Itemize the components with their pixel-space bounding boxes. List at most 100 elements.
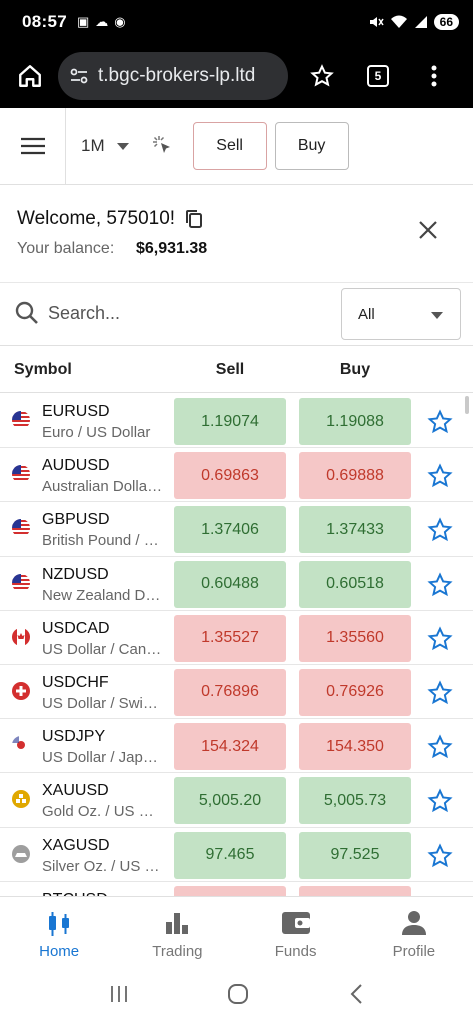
table-row[interactable]: EURUSD Euro / US Dollar 1.19074 1.19088: [0, 394, 473, 449]
instrument-description: Gold Oz. / US Dollar: [42, 803, 164, 821]
close-icon[interactable]: [414, 216, 442, 244]
chevron-down-icon: [431, 312, 443, 319]
sell-price-button[interactable]: 0.69863: [174, 452, 286, 500]
column-header-symbol: Symbol: [14, 361, 72, 378]
buy-price-button[interactable]: 0.60518: [299, 560, 411, 608]
welcome-text: Welcome, 575010!: [17, 208, 176, 229]
instrument-description: Australian Dollar / US Dollar: [42, 478, 164, 496]
tab-count: 5: [367, 65, 389, 87]
instrument-description: US Dollar / Canadian Dollar: [42, 640, 164, 658]
table-row[interactable]: AUDUSD Australian Dollar / US Dollar 0.698…: [0, 448, 473, 503]
back-icon[interactable]: [348, 983, 364, 1005]
buy-price-button[interactable]: 154.350: [299, 723, 411, 771]
favorite-star-icon[interactable]: [427, 571, 453, 598]
nav-trading[interactable]: Trading: [118, 897, 236, 964]
status-system-icons: 66: [368, 14, 459, 30]
favorite-star-icon[interactable]: [427, 517, 453, 543]
sell-price-button[interactable]: 1.19074: [174, 398, 286, 445]
buy-price-button[interactable]: 1.19088: [299, 398, 411, 445]
gold-flag-icon: [12, 790, 30, 809]
buy-price-button[interactable]: 1.35560: [299, 614, 411, 662]
instrument-symbol: USDCAD: [42, 619, 110, 637]
battery-indicator: 66: [433, 14, 459, 30]
menu-icon[interactable]: [0, 107, 66, 185]
search-row: All: [0, 284, 473, 346]
timeframe-select[interactable]: 1M: [81, 136, 129, 156]
system-navigation-bar: [0, 964, 473, 1024]
ca-flag-icon: [12, 627, 30, 646]
instrument-symbol: USDCHF: [42, 673, 109, 691]
buy-price-button[interactable]: 0.69888: [299, 452, 411, 500]
bar-chart-icon: [164, 909, 190, 937]
cursor-click-icon[interactable]: [151, 134, 175, 158]
sell-price-button[interactable]: 97.465: [174, 831, 286, 879]
favorite-star-icon[interactable]: [427, 842, 453, 869]
nav-trading-label: Trading: [152, 943, 203, 960]
instrument-symbol: EURUSD: [42, 403, 110, 420]
sell-price-button[interactable]: 154.324: [174, 723, 286, 771]
filter-value: All: [358, 305, 375, 323]
welcome-panel: Welcome, 575010! Your balance: $6,931.38: [0, 186, 473, 283]
buy-button[interactable]: Buy: [274, 122, 349, 170]
category-filter-select[interactable]: All: [341, 288, 461, 340]
table-row[interactable]: GBPUSD British Pound / US Dollar 1.37406 1.…: [0, 502, 473, 557]
table-row[interactable]: USDCAD US Dollar / Canadian Dollar 1.35527…: [0, 611, 473, 665]
nav-profile[interactable]: Profile: [355, 897, 473, 964]
us-flag-icon: [12, 519, 30, 538]
home-button-icon[interactable]: [227, 983, 249, 1005]
status-bar: 08:57 ▣ ☁ ◉ 66: [0, 0, 473, 44]
url-text: ​t.bgc-brokers-lp.ltd: [98, 65, 256, 86]
bookmark-star-icon[interactable]: [304, 58, 340, 94]
instrument-symbol: GBPUSD: [42, 511, 110, 529]
sell-price-button[interactable]: [174, 885, 286, 896]
table-row[interactable]: BTCUSD: [0, 882, 473, 896]
instrument-description: US Dollar / Japanese Yen: [42, 749, 164, 767]
favorite-star-icon[interactable]: [427, 734, 453, 760]
instrument-symbol: XAGUSD: [42, 836, 110, 854]
browser-toolbar: ​t.bgc-brokers-lp.ltd 5: [0, 44, 473, 108]
scrollbar[interactable]: [465, 396, 469, 414]
favorite-star-icon[interactable]: [427, 463, 453, 489]
buy-price-button[interactable]: [299, 885, 411, 896]
favorite-star-icon[interactable]: [427, 680, 453, 706]
tab-switcher-button[interactable]: 5: [360, 58, 396, 94]
instrument-description: Euro / US Dollar: [42, 424, 151, 441]
table-row[interactable]: NZDUSD New Zealand Dollar / US Dollar 0.60…: [0, 557, 473, 611]
favorite-star-icon[interactable]: [427, 409, 453, 435]
favorite-star-icon[interactable]: [427, 788, 453, 814]
buy-price-button[interactable]: 5,005.73: [299, 777, 411, 825]
buy-price-button[interactable]: 0.76926: [299, 668, 411, 716]
sell-price-button[interactable]: 1.37406: [174, 506, 286, 554]
home-icon[interactable]: [12, 58, 48, 94]
status-time: 08:57: [22, 12, 67, 31]
table-row[interactable]: XAUUSD Gold Oz. / US Dollar 5,005.20 5,005.…: [0, 773, 473, 828]
cloud-icon: ☁: [95, 14, 109, 29]
table-row[interactable]: XAGUSD Silver Oz. / US Dollar 97.465 97.525: [0, 828, 473, 882]
sell-price-button[interactable]: 5,005.20: [174, 777, 286, 825]
table-row[interactable]: USDJPY US Dollar / Japanese Yen 154.324 154…: [0, 719, 473, 774]
table-row[interactable]: USDCHF US Dollar / Swiss Franc 0.76896 0.76…: [0, 665, 473, 720]
nav-funds[interactable]: Funds: [237, 897, 355, 964]
buy-price-button[interactable]: 1.37433: [299, 506, 411, 554]
balance-value: $6,931.38: [136, 240, 208, 257]
sell-price-button[interactable]: 1.35527: [174, 614, 286, 662]
more-menu-icon[interactable]: [416, 58, 452, 94]
app-toolbar: 1M Sell Buy: [0, 107, 473, 185]
nav-home[interactable]: Home: [0, 897, 118, 964]
copy-icon[interactable]: [185, 209, 203, 229]
nav-funds-label: Funds: [274, 943, 317, 960]
buy-price-button[interactable]: 97.525: [299, 831, 411, 879]
site-settings-icon[interactable]: [68, 65, 90, 87]
ch-flag-icon: [12, 681, 30, 700]
instrument-description: New Zealand Dollar / US Dollar: [42, 586, 164, 604]
address-bar[interactable]: ​t.bgc-brokers-lp.ltd: [58, 52, 288, 100]
search-input[interactable]: [48, 298, 318, 328]
instrument-symbol: XAUUSD: [42, 782, 109, 800]
recent-apps-icon[interactable]: [109, 984, 129, 1004]
sell-price-button[interactable]: 0.76896: [174, 668, 286, 716]
sell-price-button[interactable]: 0.60488: [174, 560, 286, 608]
favorite-star-icon[interactable]: [427, 626, 453, 652]
nav-home-label: Home: [39, 943, 80, 960]
sell-button[interactable]: Sell: [192, 122, 267, 170]
instrument-symbol: NZDUSD: [42, 565, 109, 583]
